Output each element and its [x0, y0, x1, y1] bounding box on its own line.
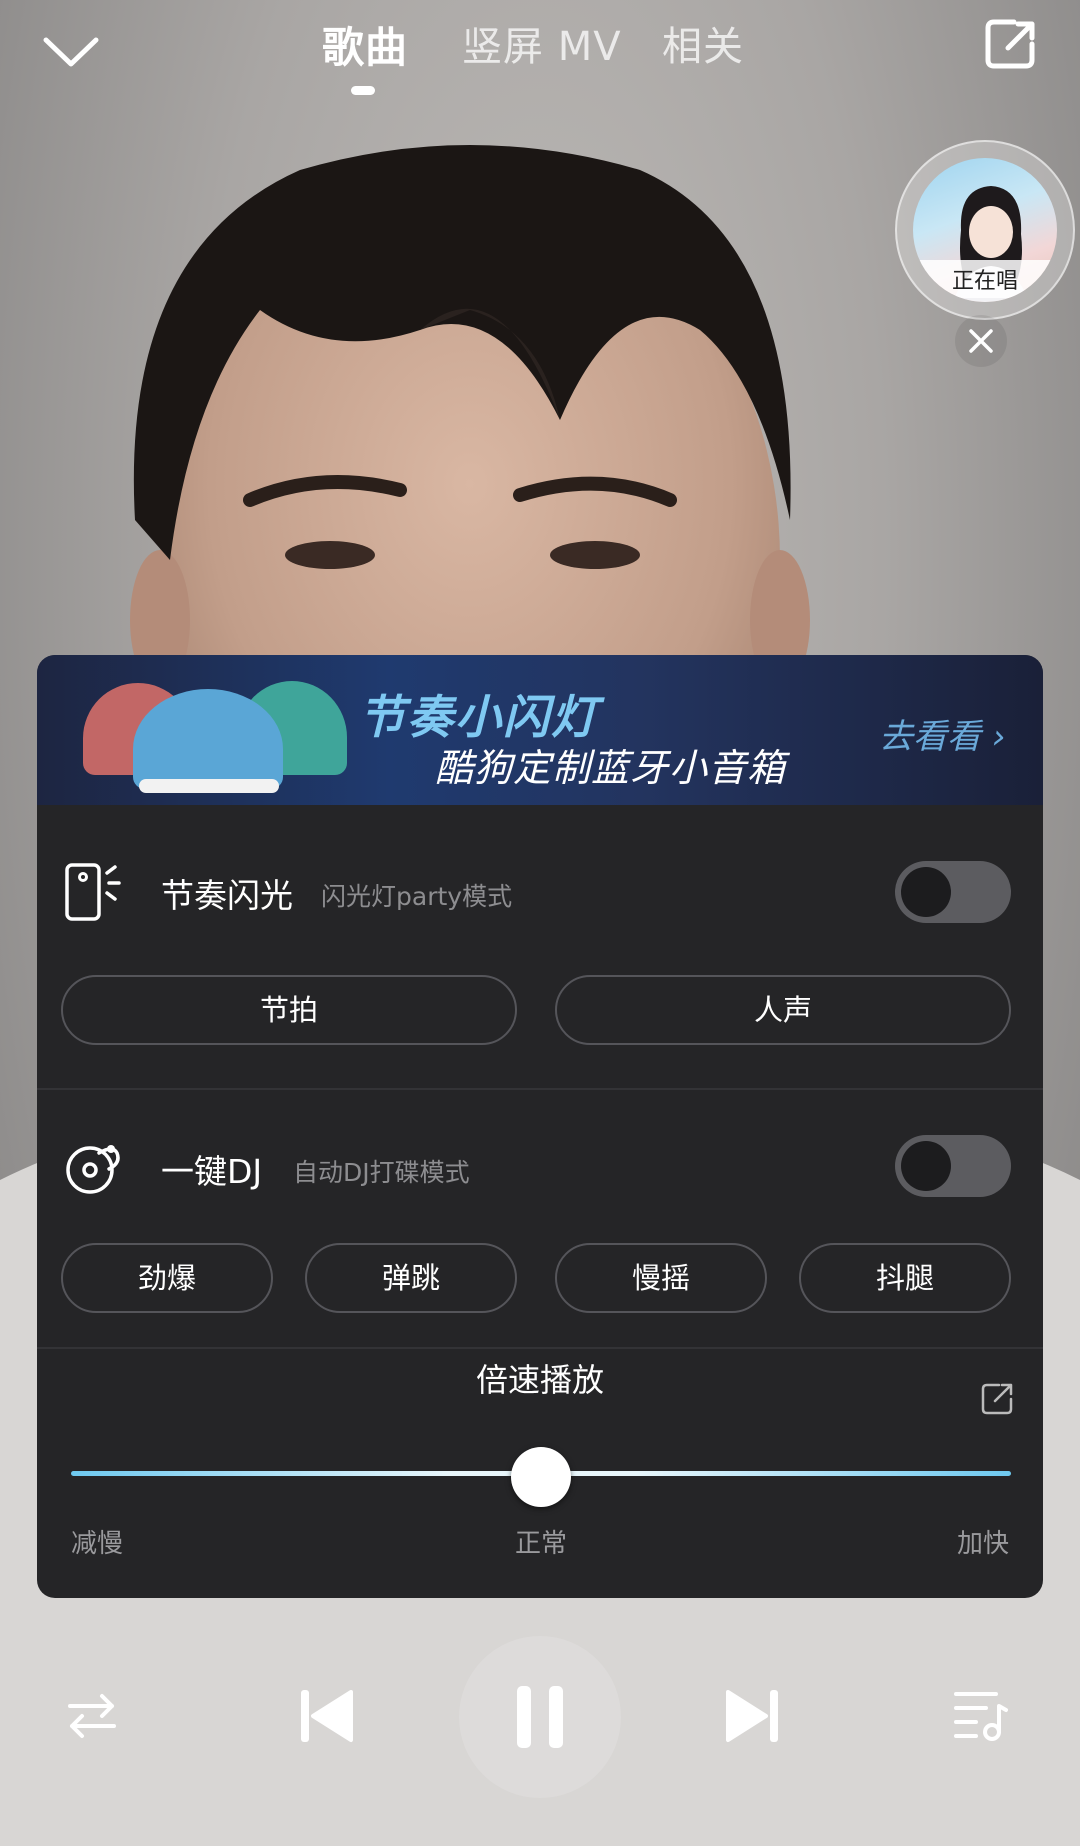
playlist-icon[interactable] — [952, 1686, 1010, 1744]
close-singing-widget-button[interactable] — [955, 315, 1007, 367]
tab-bar: 歌曲 竖屏 MV 相关 — [0, 8, 1080, 98]
now-singing-widget[interactable]: 正在唱 — [895, 140, 1075, 320]
rhythm-flash-subtitle: 闪光灯party模式 — [321, 882, 513, 911]
rhythm-flash-section: 节奏闪光 闪光灯party模式 节拍 人声 — [37, 805, 1043, 1095]
pause-button[interactable] — [459, 1636, 621, 1798]
promo-banner[interactable]: 节奏小闪灯 酷狗定制蓝牙小音箱 去看看 › — [37, 655, 1043, 805]
dj-disc-icon — [66, 1145, 120, 1194]
section-divider — [37, 1088, 1043, 1090]
one-key-dj-title: 一键DJ — [161, 1152, 263, 1191]
dj-option-leg-shake[interactable]: 抖腿 — [799, 1243, 1011, 1313]
speed-normal-label: 正常 — [515, 1529, 568, 1559]
banner-subtitle: 酷狗定制蓝牙小音箱 — [435, 746, 787, 790]
speaker-base — [139, 779, 279, 793]
tab-related[interactable]: 相关 — [662, 14, 744, 72]
rhythm-option-vocal[interactable]: 人声 — [555, 975, 1011, 1045]
active-tab-indicator — [351, 86, 375, 95]
banner-go-see-link[interactable]: 去看看 › — [879, 709, 1005, 758]
dj-option-slow-shake[interactable]: 慢摇 — [555, 1243, 767, 1313]
toggle-knob — [901, 867, 951, 917]
phone-flash-icon — [65, 863, 121, 921]
rhythm-flash-toggle[interactable] — [895, 861, 1011, 923]
tab-vertical-mv[interactable]: 竖屏 MV — [462, 14, 622, 72]
dj-option-intense[interactable]: 劲爆 — [61, 1243, 273, 1313]
shuffle-repeat-icon[interactable] — [66, 1690, 118, 1742]
close-icon — [969, 329, 993, 353]
one-key-dj-toggle[interactable] — [895, 1135, 1011, 1197]
speed-slider-thumb[interactable] — [511, 1447, 571, 1507]
pause-icon — [517, 1686, 563, 1748]
rhythm-flash-title: 节奏闪光 — [161, 876, 293, 915]
singer-avatar: 正在唱 — [913, 158, 1057, 302]
section-divider — [37, 1347, 1043, 1349]
one-key-dj-section: 一键DJ 自动DJ打碟模式 劲爆 弹跳 慢摇 抖腿 — [37, 1095, 1043, 1355]
next-track-icon[interactable] — [724, 1684, 782, 1748]
one-key-dj-subtitle: 自动DJ打碟模式 — [293, 1158, 470, 1187]
speed-slow-label: 减慢 — [71, 1529, 124, 1559]
toggle-knob — [901, 1141, 951, 1191]
rhythm-option-beat[interactable]: 节拍 — [61, 975, 517, 1045]
now-singing-label: 正在唱 — [913, 260, 1057, 298]
player-effects-panel: 节奏小闪灯 酷狗定制蓝牙小音箱 去看看 › 节奏闪光 闪光灯party模式 节拍… — [37, 655, 1043, 1598]
playback-speed-title: 倍速播放 — [475, 1361, 604, 1399]
previous-track-icon[interactable] — [297, 1684, 355, 1748]
share-icon[interactable] — [980, 14, 1040, 74]
speed-fast-label: 加快 — [957, 1529, 1010, 1559]
tab-song[interactable]: 歌曲 — [322, 14, 408, 75]
top-bar: 歌曲 竖屏 MV 相关 — [0, 0, 1080, 110]
external-link-icon[interactable] — [979, 1381, 1015, 1417]
dj-option-bounce[interactable]: 弹跳 — [305, 1243, 517, 1313]
